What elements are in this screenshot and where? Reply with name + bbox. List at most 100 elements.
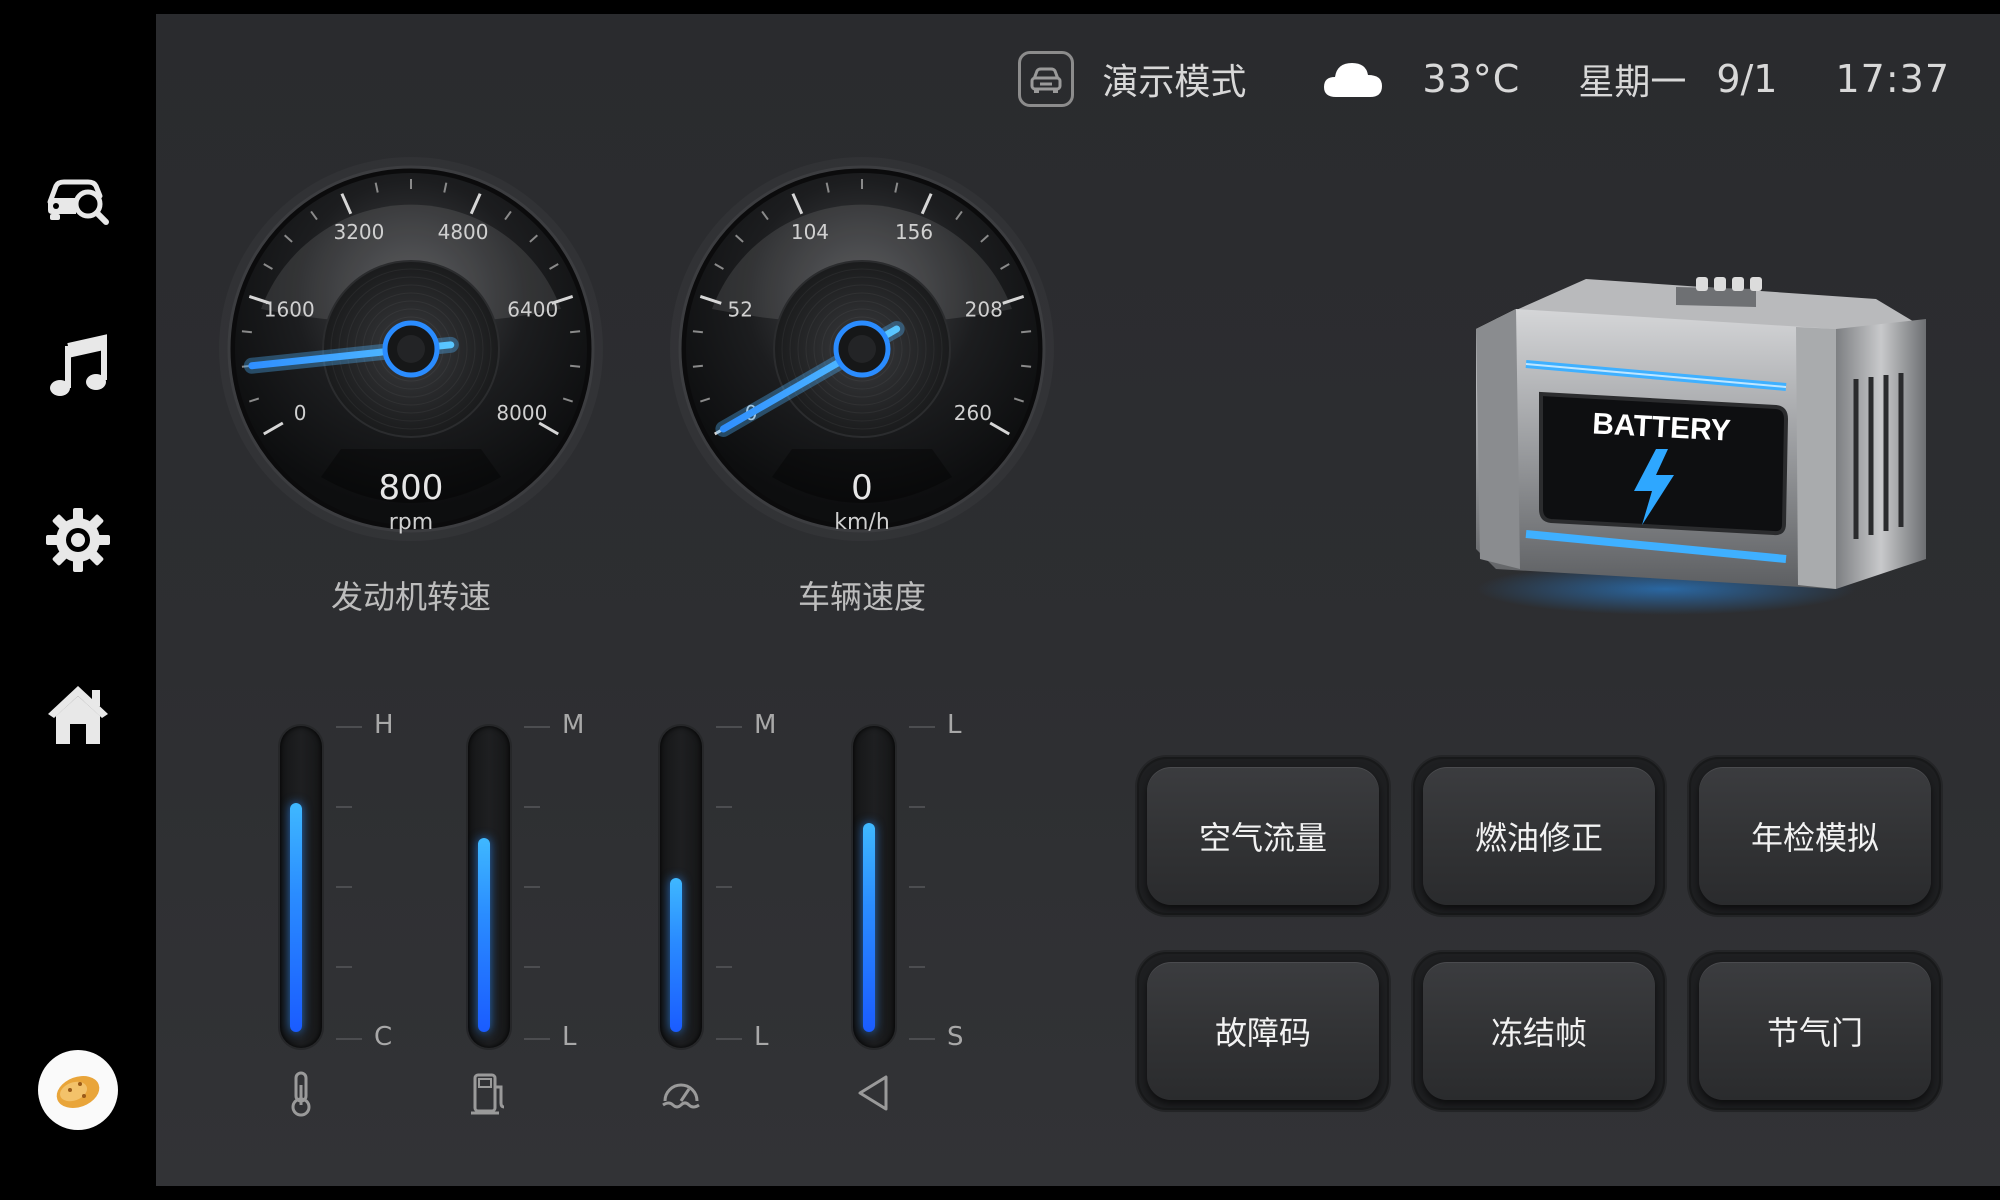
bar-scale-tick (524, 806, 540, 808)
action-button-3[interactable]: 年检模拟 (1689, 757, 1941, 915)
fuel-low-label: L (562, 1022, 577, 1052)
coolant-temp-high-label: H (374, 710, 394, 740)
action-button-5[interactable]: 冻结帧 (1413, 952, 1665, 1110)
gauge-tick-label: 260 (954, 401, 992, 425)
action-button-2[interactable]: 燃油修正 (1413, 757, 1665, 915)
bar-scale-tick (524, 886, 540, 888)
main-panel: 演示模式 33°C 星期一 9/1 17:37 0 1600 3200 4800 640… (156, 14, 2000, 1186)
gear-icon (46, 508, 110, 572)
cloud-icon (1324, 63, 1383, 97)
rpm-gauge-dial: 0 1600 3200 4800 6400 8000 800rpm (227, 165, 595, 535)
gauge-tick-label: 0 (294, 401, 307, 425)
gauge-minor-tick (692, 364, 703, 368)
sidebar-item-car-diagnostic[interactable] (38, 158, 118, 238)
action-button-6[interactable]: 节气门 (1689, 952, 1941, 1110)
avatar[interactable] (38, 1050, 118, 1130)
sidebar-item-home[interactable] (38, 674, 118, 754)
bar-scale-tick (909, 726, 935, 728)
rpm-caption: 发动机转速 (330, 578, 491, 616)
gauge-tick-label: 1600 (264, 297, 315, 321)
gauge-tick-label: 4800 (438, 220, 489, 244)
sidebar (0, 0, 156, 1200)
gauge-tick-label: 6400 (507, 297, 558, 321)
speed-caption: 车辆速度 (797, 578, 926, 616)
bar-scale-tick (336, 726, 362, 728)
demo-mode-button[interactable] (1018, 51, 1075, 107)
speed-gauge-dial: 0521041562082600km/h (678, 165, 1046, 535)
bar-scale-tick (716, 886, 732, 888)
bar-scale-tick (909, 886, 925, 888)
clock: 17:37 (1835, 57, 1950, 101)
throttle-low-label: S (947, 1022, 964, 1052)
battery-illustration: BATTERY (1476, 277, 1926, 615)
bar-scale-tick (909, 1038, 935, 1040)
bar-scale-tick (336, 966, 352, 968)
gauge-unit: rpm (389, 510, 433, 535)
bar-scale-tick (524, 726, 550, 728)
throttle-bar-fill (863, 823, 875, 1032)
triangle-left-icon (852, 1069, 896, 1117)
bar-scale-tick (909, 806, 925, 808)
bar-scale-tick (909, 966, 925, 968)
gauge-value: 800 (379, 468, 444, 508)
rpm-gauge: 0 1600 3200 4800 6400 8000 800 rpm (211, 149, 611, 549)
fuel-bar (468, 726, 510, 1048)
coolant-temp-bar (280, 726, 322, 1048)
date: 9/1 (1716, 57, 1778, 101)
action-button-1[interactable]: 空气流量 (1137, 757, 1389, 915)
speed-gauge: 0521041562082600km/h (662, 149, 1062, 549)
thermometer-icon (279, 1069, 323, 1117)
bar-scale-tick (336, 806, 352, 808)
load-bar-fill (670, 878, 682, 1032)
action-button-label: 故障码 (1147, 962, 1379, 1100)
gauge-icon (659, 1069, 703, 1117)
bar-scale-tick (524, 1038, 550, 1040)
gauge-unit: km/h (834, 510, 890, 535)
fuel-pump-icon (467, 1069, 511, 1117)
action-button-label: 年检模拟 (1699, 767, 1931, 905)
gauge-minor-tick (570, 330, 581, 334)
car-search-icon (47, 179, 109, 225)
gauge-minor-tick (241, 330, 252, 334)
throttle-bar (853, 726, 895, 1048)
action-button-label: 节气门 (1699, 962, 1931, 1100)
car-front-icon (1030, 67, 1062, 93)
fuel-high-label: M (562, 710, 585, 740)
weekday: 星期一 (1578, 62, 1687, 103)
fuel-bar-fill (478, 838, 490, 1032)
gauge-tick-label: 3200 (333, 220, 384, 244)
status-bar: 演示模式 33°C 星期一 9/1 17:37 (1018, 44, 1950, 114)
potato-avatar-icon (56, 1076, 100, 1108)
gauge-tick-label: 8000 (496, 401, 547, 425)
gauge-minor-tick (1021, 330, 1032, 334)
load-bar (660, 726, 702, 1048)
bar-scale-tick (336, 1038, 362, 1040)
gauge-value: 0 (851, 468, 873, 508)
bar-scale-tick (716, 806, 732, 808)
home-icon (48, 686, 108, 744)
bar-scale-tick (716, 1038, 742, 1040)
gauge-minor-tick (570, 364, 581, 368)
bar-scale-tick (716, 966, 732, 968)
gauge-tick-label: 156 (895, 220, 933, 244)
load-low-label: L (754, 1022, 769, 1052)
throttle-high-label: L (947, 710, 962, 740)
temperature: 33°C (1422, 57, 1521, 101)
bar-scale-tick (524, 966, 540, 968)
action-button-label: 燃油修正 (1423, 767, 1655, 905)
music-note-icon (50, 334, 107, 396)
bar-scale-tick (716, 726, 742, 728)
mode-label: 演示模式 (1102, 62, 1247, 103)
sidebar-item-music[interactable] (38, 326, 118, 406)
bar-scale-tick (336, 886, 352, 888)
gauge-minor-tick (692, 330, 703, 334)
coolant-temp-bar-fill (290, 803, 302, 1032)
action-button-label: 冻结帧 (1423, 962, 1655, 1100)
action-button-4[interactable]: 故障码 (1137, 952, 1389, 1110)
coolant-temp-low-label: C (374, 1022, 393, 1052)
sidebar-item-settings[interactable] (38, 500, 118, 580)
action-button-label: 空气流量 (1147, 767, 1379, 905)
gauge-tick-label: 104 (791, 220, 829, 244)
gauge-tick-label: 208 (965, 297, 1003, 321)
load-high-label: M (754, 710, 777, 740)
